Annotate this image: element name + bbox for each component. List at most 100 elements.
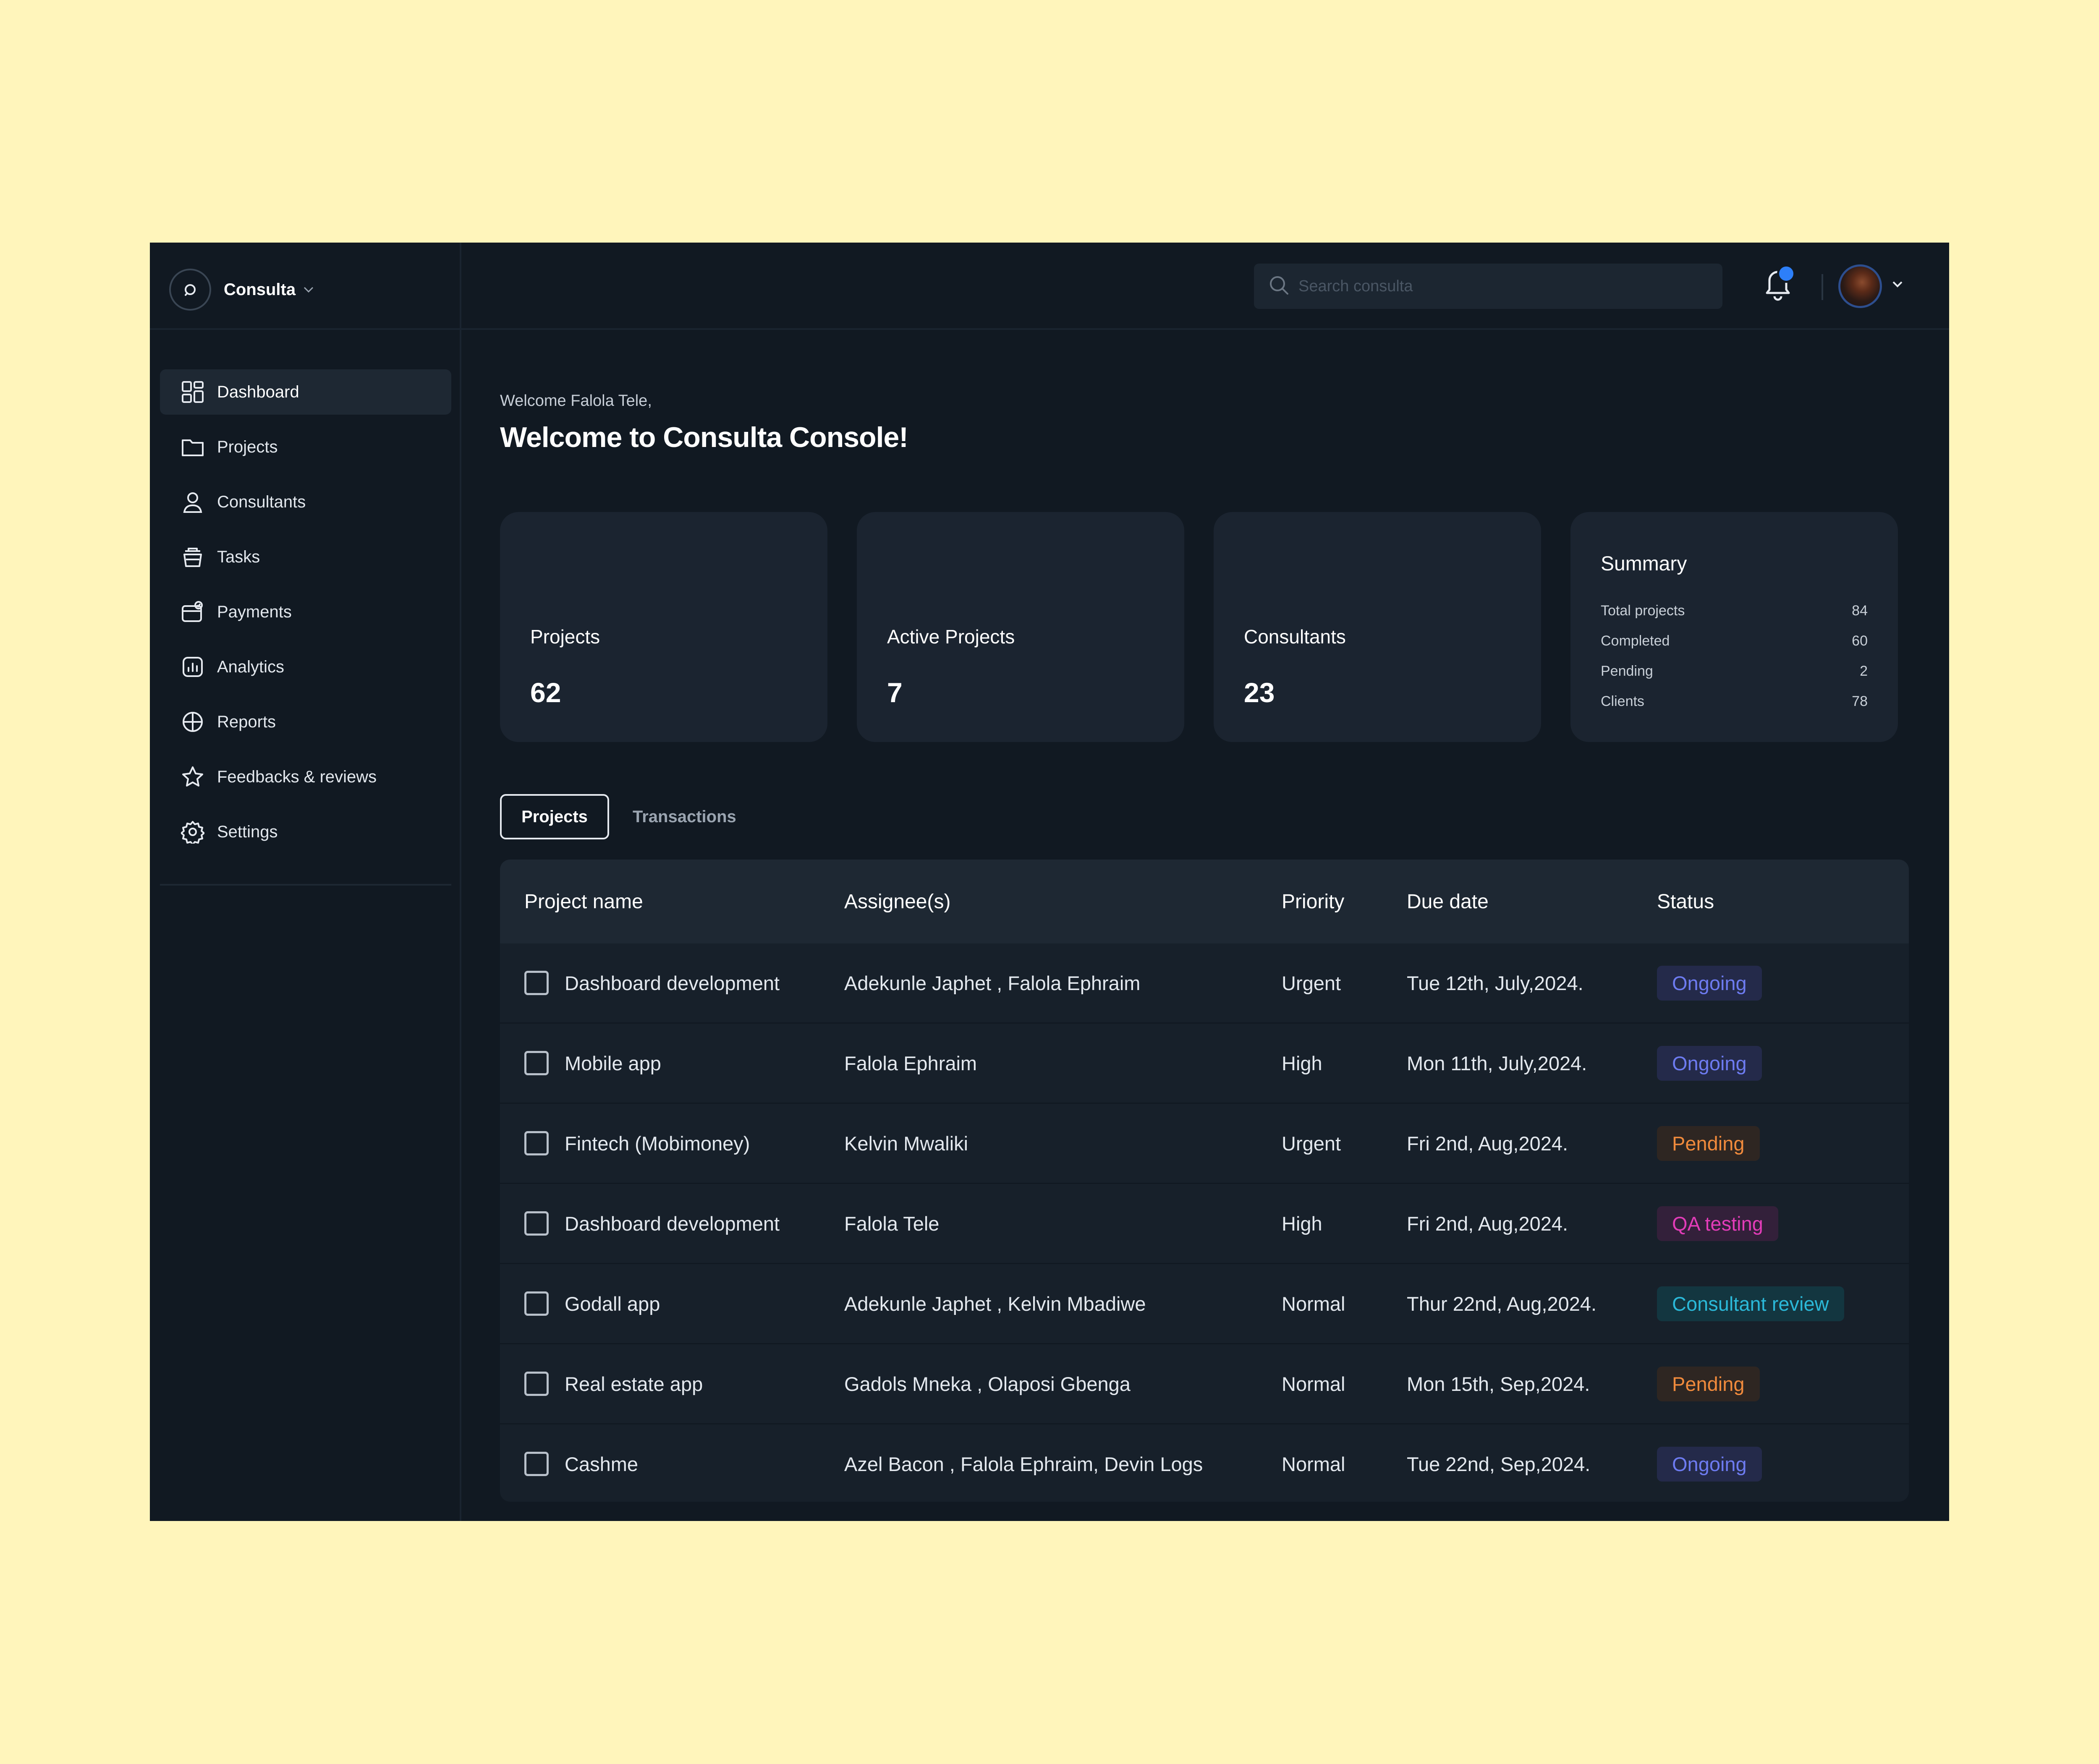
status-badge: Pending <box>1657 1366 1760 1401</box>
column-header-priority[interactable]: Priority <box>1282 860 1344 943</box>
project-name: Fintech (Mobimoney) <box>565 1132 750 1155</box>
table-header: Project name Assignee(s) Priority Due da… <box>500 860 1909 943</box>
project-name: Godall app <box>565 1292 660 1315</box>
topbar-divider <box>461 328 1949 330</box>
chevron-down-icon <box>302 285 315 294</box>
bar-chart-icon <box>180 654 205 679</box>
project-name-cell: Cashme <box>524 1424 638 1502</box>
bell-icon <box>1761 271 1795 304</box>
sidebar-item-feedbacks[interactable]: Feedbacks & reviews <box>160 754 451 800</box>
card-label: Active Projects <box>887 626 1015 648</box>
sidebar-item-reports[interactable]: Reports <box>160 699 451 745</box>
projects-table: Project name Assignee(s) Priority Due da… <box>500 860 1909 1502</box>
summary-value: 78 <box>1852 693 1868 709</box>
due-date-cell: Thur 22nd, Aug,2024. <box>1407 1292 1597 1315</box>
sidebar-item-label: Tasks <box>217 547 260 566</box>
brand-name: Consulta <box>224 280 296 299</box>
sidebar-item-consultants[interactable]: Consultants <box>160 479 451 525</box>
user-icon <box>180 489 205 515</box>
table-row[interactable]: Godall app Adekunle Japhet , Kelvin Mbad… <box>500 1264 1909 1344</box>
row-checkbox[interactable] <box>524 1372 549 1396</box>
summary-label: Clients <box>1601 693 1644 709</box>
sidebar-item-tasks[interactable]: Tasks <box>160 534 451 580</box>
due-date-cell: Mon 11th, July,2024. <box>1407 1052 1587 1074</box>
summary-title: Summary <box>1601 553 1687 575</box>
table-row[interactable]: Real estate app Gadols Mneka , Olaposi G… <box>500 1344 1909 1424</box>
workspace-switcher[interactable]: Consulta <box>169 267 315 313</box>
column-header-assignees[interactable]: Assignee(s) <box>844 860 950 943</box>
status-badge: Ongoing <box>1657 1446 1762 1482</box>
avatar[interactable] <box>1838 264 1882 308</box>
sidebar-item-label: Consultants <box>217 492 306 511</box>
project-name: Dashboard development <box>565 1212 780 1235</box>
project-name-cell: Real estate app <box>524 1344 703 1423</box>
notification-dot <box>1777 264 1795 283</box>
table-row[interactable]: Dashboard development Adekunle Japhet , … <box>500 943 1909 1024</box>
project-name-cell: Godall app <box>524 1264 660 1343</box>
assignees-cell: Adekunle Japhet , Falola Ephraim <box>844 972 1141 994</box>
tab-projects[interactable]: Projects <box>500 794 609 839</box>
summary-value: 60 <box>1852 633 1868 649</box>
summary-row: Total projects 84 <box>1601 603 1868 619</box>
sidebar-item-payments[interactable]: Payments <box>160 589 451 635</box>
status-badge: Consultant review <box>1657 1286 1844 1321</box>
column-header-project-name[interactable]: Project name <box>524 860 643 943</box>
row-checkbox[interactable] <box>524 1291 549 1316</box>
tab-transactions[interactable]: Transactions <box>633 794 736 839</box>
card-label: Projects <box>530 626 600 648</box>
project-name: Mobile app <box>565 1052 661 1074</box>
sidebar-item-label: Reports <box>217 712 276 731</box>
summary-row: Completed 60 <box>1601 633 1868 649</box>
status-cell: Ongoing <box>1657 943 1762 1022</box>
summary-card: Summary Total projects 84 Completed 60 P… <box>1570 512 1898 742</box>
search-bar[interactable] <box>1254 264 1722 309</box>
row-checkbox[interactable] <box>524 1051 549 1075</box>
folder-icon <box>180 434 205 460</box>
search-input[interactable] <box>1298 277 1677 296</box>
table-row[interactable]: Mobile app Falola Ephraim High Mon 11th,… <box>500 1024 1909 1104</box>
page-title: Welcome to Consulta Console! <box>500 421 908 453</box>
due-date-cell: Mon 15th, Sep,2024. <box>1407 1372 1590 1395</box>
column-header-status[interactable]: Status <box>1657 860 1714 943</box>
table-row[interactable]: Fintech (Mobimoney) Kelvin Mwaliki Urgen… <box>500 1104 1909 1184</box>
assignees-cell: Gadols Mneka , Olaposi Gbenga <box>844 1372 1131 1395</box>
table-row[interactable]: Dashboard development Falola Tele High F… <box>500 1184 1909 1264</box>
wallet-icon <box>180 599 205 625</box>
summary-label: Pending <box>1601 663 1653 679</box>
priority-cell: Urgent <box>1282 1132 1341 1155</box>
chevron-down-icon[interactable] <box>1891 280 1904 291</box>
sidebar-item-settings[interactable]: Settings <box>160 809 451 855</box>
sidebar-bottom-divider <box>160 884 451 886</box>
due-date-cell: Tue 22nd, Sep,2024. <box>1407 1453 1591 1475</box>
project-name-cell: Dashboard development <box>524 1184 780 1263</box>
summary-label: Total projects <box>1601 603 1685 619</box>
due-date-cell: Tue 12th, July,2024. <box>1407 972 1583 994</box>
table-row[interactable]: Cashme Azel Bacon , Falola Ephraim, Devi… <box>500 1424 1909 1502</box>
tasks-cup-icon <box>180 544 205 570</box>
column-header-due-date[interactable]: Due date <box>1407 860 1489 943</box>
sidebar-divider <box>150 328 461 330</box>
row-checkbox[interactable] <box>524 1452 549 1476</box>
project-name-cell: Fintech (Mobimoney) <box>524 1104 750 1183</box>
row-checkbox[interactable] <box>524 1211 549 1236</box>
project-name: Real estate app <box>565 1372 703 1395</box>
status-badge: Ongoing <box>1657 965 1762 1001</box>
status-cell: Ongoing <box>1657 1424 1762 1502</box>
brand-logo-icon <box>169 269 211 311</box>
assignees-cell: Adekunle Japhet , Kelvin Mbadiwe <box>844 1292 1146 1315</box>
status-cell: Pending <box>1657 1344 1760 1423</box>
summary-value: 84 <box>1852 603 1868 619</box>
row-checkbox[interactable] <box>524 971 549 995</box>
status-cell: Pending <box>1657 1104 1760 1183</box>
notifications-button[interactable] <box>1761 264 1799 306</box>
project-name-cell: Mobile app <box>524 1024 661 1103</box>
sidebar-item-projects[interactable]: Projects <box>160 424 451 470</box>
status-cell: Ongoing <box>1657 1024 1762 1103</box>
assignees-cell: Azel Bacon , Falola Ephraim, Devin Logs <box>844 1453 1203 1475</box>
sidebar-item-analytics[interactable]: Analytics <box>160 644 451 690</box>
summary-value: 2 <box>1860 663 1868 679</box>
row-checkbox[interactable] <box>524 1131 549 1155</box>
sidebar-item-label: Settings <box>217 822 278 841</box>
sidebar-item-dashboard[interactable]: Dashboard <box>160 369 451 415</box>
status-badge: Ongoing <box>1657 1045 1762 1081</box>
